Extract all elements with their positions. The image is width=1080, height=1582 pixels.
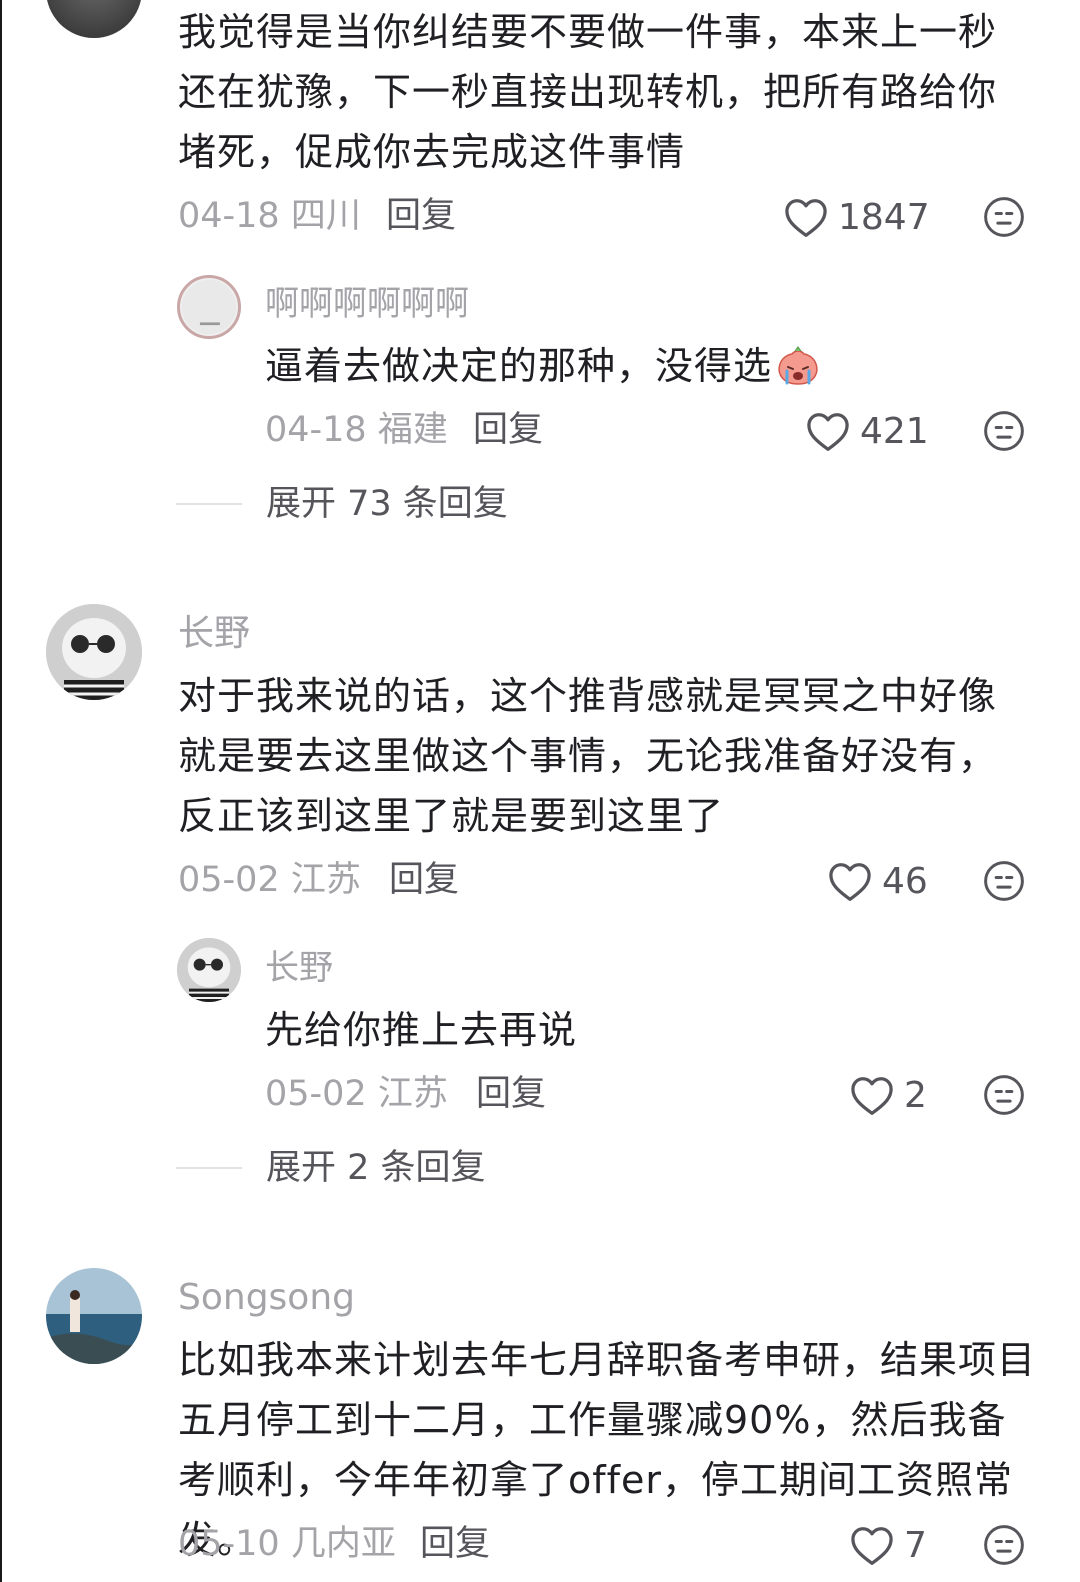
like-button[interactable]: 46 — [828, 860, 928, 904]
comment-location: 几内亚 — [290, 1524, 396, 1564]
like-count: 421 — [860, 411, 929, 452]
reply-username[interactable]: 啊啊啊啊啊啊 — [265, 282, 469, 326]
heart-outline-icon — [828, 862, 872, 902]
reply-text: 逼着去做决定的那种，没得选 — [265, 336, 965, 396]
like-count: 46 — [882, 861, 928, 902]
screen-edge — [0, 0, 2, 1582]
reply-button[interactable]: 回复 — [473, 408, 543, 452]
reply-text-content: 逼着去做决定的那种，没得选 — [265, 344, 773, 388]
heart-outline-icon — [784, 198, 828, 238]
heart-outline-icon — [806, 412, 850, 452]
comment-meta: 05-10 几内亚 — [178, 1522, 396, 1566]
comment-username[interactable]: 长野 — [178, 612, 250, 656]
like-button[interactable]: 421 — [806, 410, 929, 454]
avatar[interactable] — [46, 0, 142, 38]
heart-outline-icon — [850, 1526, 894, 1566]
like-button[interactable]: 2 — [850, 1074, 927, 1118]
reply-meta: 04-18 福建 — [265, 408, 448, 452]
comment-meta: 05-02 江苏 — [178, 858, 361, 902]
like-count: 7 — [904, 1525, 927, 1566]
expand-replies-label: 展开 2 条回复 — [266, 1148, 486, 1188]
reply-location: 江苏 — [377, 1074, 448, 1114]
neutral-face-icon — [983, 410, 1025, 452]
comment-location: 四川 — [290, 196, 361, 236]
neutral-face-icon — [983, 196, 1025, 238]
comment-text: 对于我来说的话，这个推背感就是冥冥之中好像就是要去这里做这个事情，无论我准备好没… — [178, 674, 998, 838]
neutral-face-icon — [983, 860, 1025, 902]
dislike-button[interactable] — [983, 1524, 1025, 1566]
expand-replies-label: 展开 73 条回复 — [266, 484, 508, 524]
reply-meta: 05-02 江苏 — [265, 1072, 448, 1116]
like-count: 1847 — [838, 197, 930, 238]
reply-button[interactable]: 回复 — [420, 1522, 490, 1566]
reply-button[interactable]: 回复 — [476, 1072, 546, 1116]
comment-text: 我觉得是当你纠结要不要做一件事，本来上一秒还在犹豫，下一秒直接出现转机，把所有路… — [178, 10, 998, 174]
dislike-button[interactable] — [983, 860, 1025, 902]
neutral-face-icon — [983, 1074, 1025, 1116]
expand-replies-button[interactable]: 展开 2 条回复 — [176, 1146, 486, 1190]
comment-date: 05-02 — [178, 860, 280, 900]
avatar[interactable] — [177, 938, 241, 1002]
comment-meta: 04-18 四川 — [178, 194, 361, 238]
avatar[interactable] — [46, 604, 142, 700]
dislike-button[interactable] — [983, 196, 1025, 238]
like-count: 2 — [904, 1075, 927, 1116]
dislike-button[interactable] — [983, 410, 1025, 452]
like-button[interactable]: 7 — [850, 1524, 927, 1568]
reply-text: 先给你推上去再说 — [265, 1008, 578, 1052]
reply-date: 04-18 — [265, 410, 367, 450]
reply-username[interactable]: 长野 — [265, 946, 333, 990]
heart-outline-icon — [850, 1076, 894, 1116]
expand-replies-button[interactable]: 展开 73 条回复 — [176, 482, 508, 526]
avatar[interactable] — [46, 1268, 142, 1364]
like-button[interactable]: 1847 — [784, 196, 930, 240]
comment-location: 江苏 — [290, 860, 361, 900]
comment-date: 04-18 — [178, 196, 280, 236]
avatar[interactable] — [177, 275, 241, 339]
dislike-button[interactable] — [983, 1074, 1025, 1116]
reply-date: 05-02 — [265, 1074, 367, 1114]
reply-button[interactable]: 回复 — [386, 194, 456, 238]
divider — [176, 503, 242, 505]
neutral-face-icon — [983, 1524, 1025, 1566]
crying-face-emoji — [774, 345, 822, 393]
comment-date: 05-10 — [178, 1524, 280, 1564]
reply-button[interactable]: 回复 — [389, 858, 459, 902]
reply-location: 福建 — [377, 410, 448, 450]
divider — [176, 1167, 242, 1169]
comment-username[interactable]: Songsong — [178, 1276, 355, 1320]
